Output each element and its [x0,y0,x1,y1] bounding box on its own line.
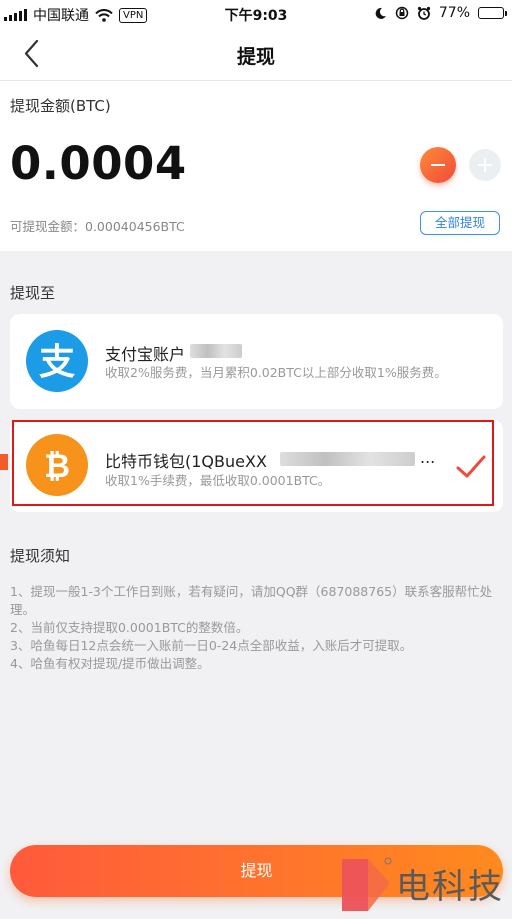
battery-percent: 77% [438,5,470,21]
decrease-button[interactable] [420,147,456,183]
alipay-icon: 支 [26,330,88,392]
alarm-icon [417,6,430,20]
note-item: 1、提现一般1-3个工作日到账，若有疑问，请加QQ群（687088765）联系客… [10,584,493,617]
option-bitcoin-wallet[interactable]: ₿ 比特币钱包(1QBueXX ... 收取1%手续费，最低收取0.0001BT… [10,420,503,512]
svg-text:₿: ₿ [44,447,70,485]
moon-icon [375,7,386,19]
amount-label: 提现金额(BTC) [10,97,111,115]
amount-panel: 提现金额(BTC) 0.0004 可提现金额：0.00040456BTC 全部提… [0,81,512,251]
note-item: 2、当前仅支持提取0.0001BTC的整数倍。 [10,620,249,635]
checkmark-icon [456,455,486,478]
bitcoin-wallet-desc: 收取1%手续费，最低收取0.0001BTC。 [105,473,331,488]
bitcoin-icon: ₿ [26,434,88,496]
amount-value[interactable]: 0.0004 [10,137,187,190]
status-right: 77% [374,5,507,21]
page-title: 提现 [236,46,275,68]
alipay-name: 支付宝账户 [105,345,186,364]
bitcoin-wallet-ellipsis: ... [420,448,436,467]
bitcoin-wallet-name: 比特币钱包(1QBueXX [105,452,267,471]
status-bar: 中国联通 VPN 下午9:03 77% [0,0,512,28]
note-item: 4、哈鱼有权对提现/提币做出调整。 [10,656,210,671]
svg-text:支: 支 [39,342,75,383]
battery-icon [478,7,507,19]
notes-title: 提现须知 [10,547,71,565]
masked-address [280,452,415,466]
selection-marker [0,454,8,470]
available-amount: 可提现金额：0.00040456BTC [10,219,185,234]
withdraw-all-button[interactable]: 全部提现 [420,211,500,235]
option-alipay[interactable]: 支 支付宝账户 收取2%服务费，当月累积0.02BTC以上部分收取1%服务费。 [10,314,503,409]
submit-withdraw-button[interactable]: 提现 [10,845,503,897]
increase-button[interactable] [469,149,501,181]
rotation-lock-icon [395,6,409,20]
note-item: 3、哈鱼每日12点会统一入账前一日0-24点全部收益，入账后才可提取。 [10,638,413,653]
masked-account [190,344,242,358]
withdraw-to-label: 提现至 [10,284,56,302]
notes-list: 1、提现一般1-3个工作日到账，若有疑问，请加QQ群（687088765）联系客… [10,583,504,673]
alipay-desc: 收取2%服务费，当月累积0.02BTC以上部分收取1%服务费。 [105,365,447,380]
nav-bar: 提现 [0,28,512,81]
